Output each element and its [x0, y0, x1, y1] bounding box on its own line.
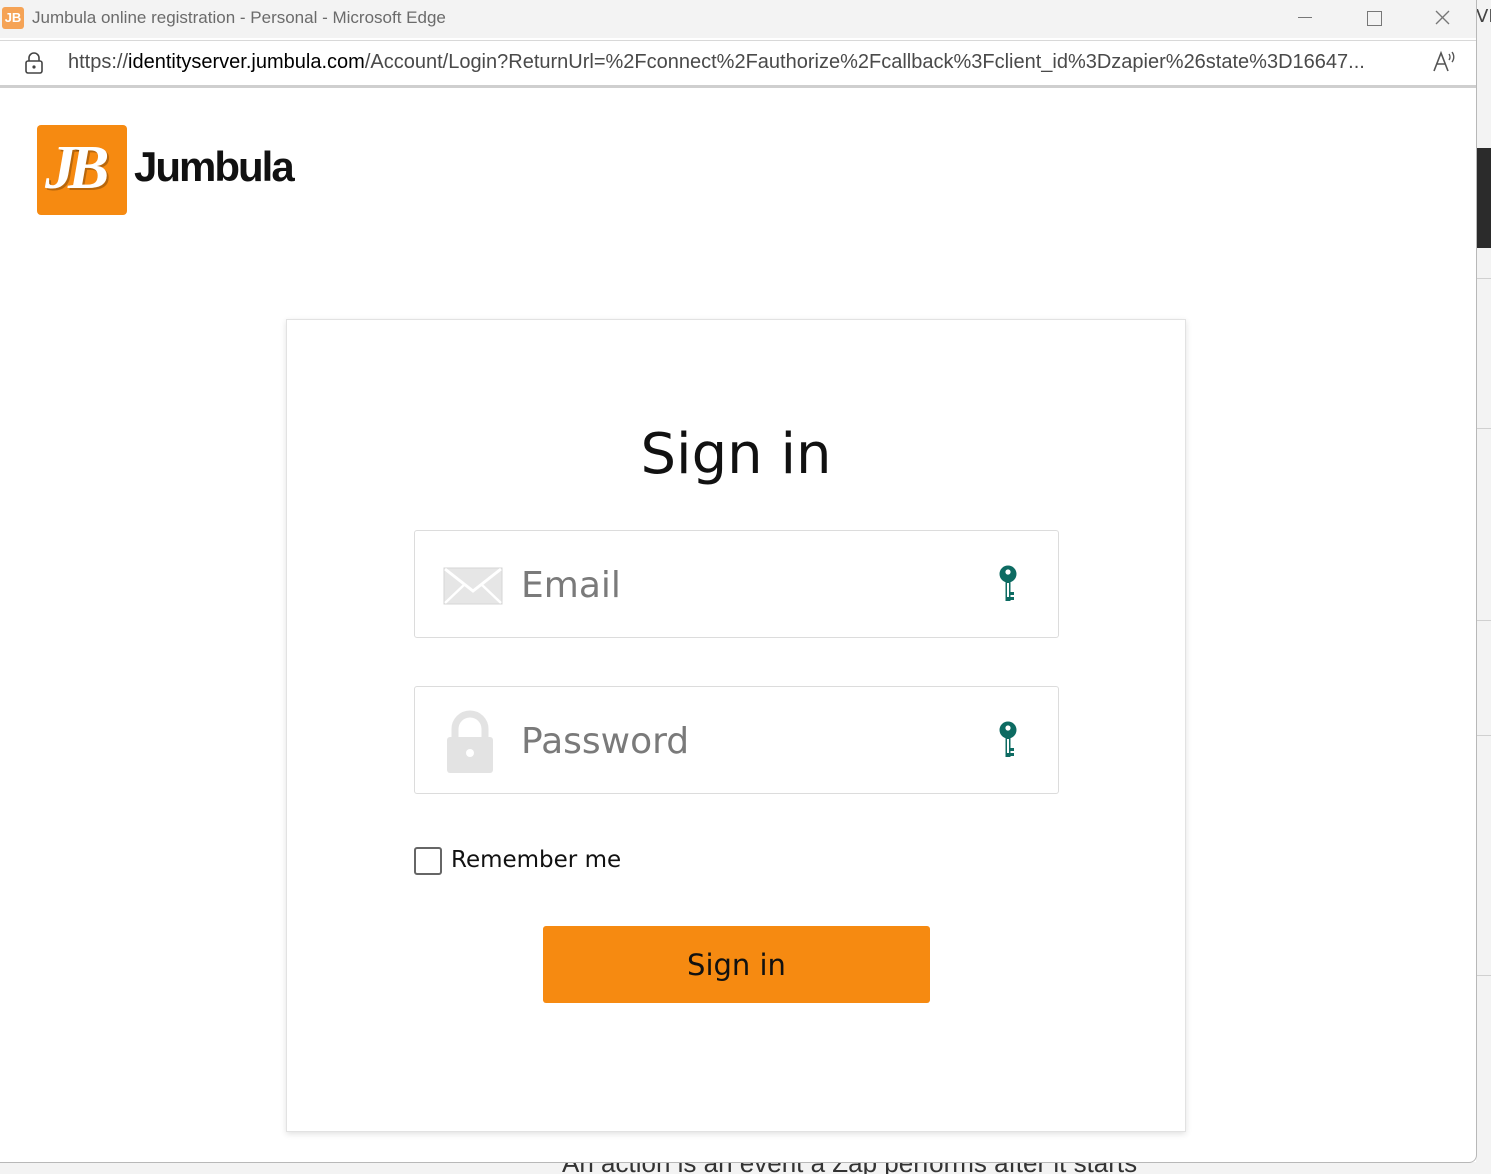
url-text[interactable]: https://identityserver.jumbula.com/Accou… — [68, 51, 1413, 74]
key-icon[interactable] — [997, 721, 1019, 759]
password-field-wrapper — [414, 686, 1059, 794]
remember-me-label[interactable]: Remember me — [451, 847, 621, 873]
key-icon[interactable] — [997, 565, 1019, 603]
background-divider — [1476, 975, 1491, 976]
logo-mark-text: JB — [45, 134, 109, 202]
popup-window: JB Jumbula online registration - Persona… — [0, 0, 1477, 1163]
password-input[interactable] — [519, 715, 963, 767]
address-bar: https://identityserver.jumbula.com/Accou… — [0, 40, 1476, 88]
sign-in-button[interactable]: Sign in — [543, 926, 930, 1003]
background-divider — [1476, 428, 1491, 429]
url-host: identityserver.jumbula.com — [128, 51, 365, 73]
padlock-icon — [447, 710, 493, 773]
favicon: JB — [2, 7, 24, 29]
title-bar[interactable]: JB Jumbula online registration - Persona… — [0, 0, 1476, 38]
maximize-button[interactable] — [1354, 4, 1394, 32]
background-description: An action is an event a Zap performs aft… — [562, 1162, 1137, 1174]
email-field-wrapper — [414, 530, 1059, 638]
lock-icon[interactable] — [24, 52, 44, 74]
window-title: Jumbula online registration - Personal -… — [32, 8, 446, 27]
background-panel — [1476, 148, 1491, 248]
jumbula-logo-mark: JB — [37, 125, 127, 215]
remember-me-checkbox[interactable] — [414, 847, 442, 875]
email-input[interactable] — [519, 559, 963, 611]
page-title: Sign in — [640, 422, 832, 487]
background-divider — [1476, 735, 1491, 736]
background-content: An action is an event a Zap performs aft… — [0, 1162, 1491, 1174]
minimize-button[interactable] — [1285, 4, 1325, 32]
read-aloud-icon[interactable] — [1431, 49, 1457, 81]
background-divider — [1476, 620, 1491, 621]
close-button[interactable] — [1422, 4, 1462, 32]
background-divider — [1476, 278, 1491, 279]
background-tab-text: VI — [1476, 6, 1491, 27]
envelope-icon — [443, 567, 503, 605]
url-scheme: https:// — [68, 51, 129, 73]
close-icon — [1435, 10, 1450, 25]
url-path: /Account/Login?ReturnUrl=%2Fconnect%2Fau… — [364, 51, 1365, 73]
jumbula-logo-text: Jumbula — [134, 143, 295, 190]
